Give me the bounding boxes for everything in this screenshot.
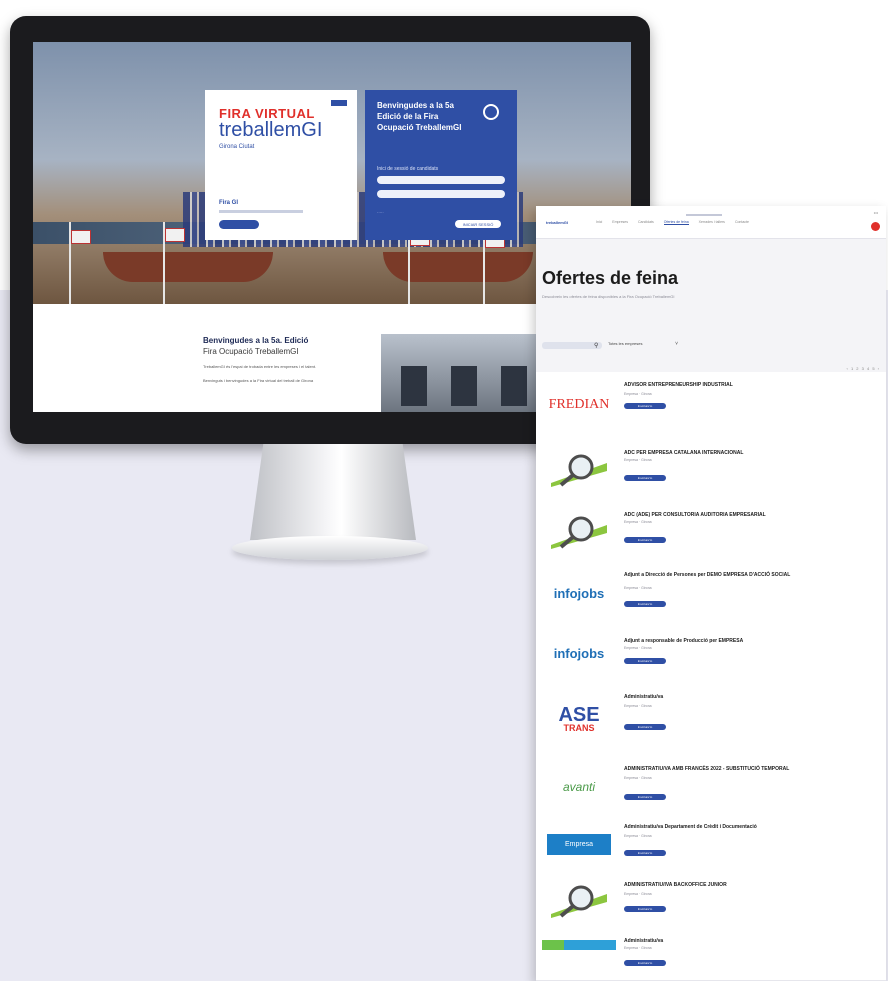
nav-item-candidates[interactable]: Candidats xyxy=(638,220,654,225)
logo-bar-icon xyxy=(542,940,616,950)
monitor-stand xyxy=(250,444,416,540)
login-label: Inici de sessió de candidats xyxy=(377,166,439,172)
job-title[interactable]: ADC PER EMPRESA CATALANA INTERNACIONAL xyxy=(624,450,880,456)
partner-badge-icon xyxy=(331,100,347,106)
job-title[interactable]: ADC (ADE) PER CONSULTORIA AUDITORIA EMPR… xyxy=(624,512,880,518)
list-item[interactable]: infojobs Adjunt a responsable de Producc… xyxy=(536,625,886,683)
nav-dots-icon[interactable]: ••• xyxy=(874,210,878,215)
job-title[interactable]: ADMINISTRATIU/VA AMB FRANCÈS 2022 - SUBS… xyxy=(624,766,880,772)
company-logo: infojobs xyxy=(542,625,616,682)
job-meta: Empresa · Girona xyxy=(624,834,652,838)
email-field[interactable] xyxy=(377,176,505,184)
apply-button[interactable]: Inscriure'm xyxy=(624,475,666,481)
page-title: Ofertes de feina xyxy=(542,268,679,288)
company-logo: Empresa xyxy=(542,818,616,870)
job-title[interactable]: Administratiu/va xyxy=(624,694,880,700)
job-meta: Empresa · Girona xyxy=(624,892,652,896)
list-item[interactable]: FREDIAN ADVISOR ENTREPRENEURSHIP INDUSTR… xyxy=(536,372,886,439)
brand-circle-icon xyxy=(483,104,499,120)
login-panel: Benvingudes a la 5a Edició de la Fira Oc… xyxy=(365,90,517,240)
company-logo: FREDIAN xyxy=(542,372,616,438)
apply-button[interactable]: Inscriure'm xyxy=(624,960,666,966)
logo-bottom-title: Fira GI xyxy=(219,200,239,206)
magnifier-logo-icon xyxy=(542,870,616,930)
job-title[interactable]: Administratiu/va Departament de Crèdit i… xyxy=(624,824,880,830)
job-meta: Empresa · Girona xyxy=(624,520,652,524)
apply-button[interactable]: Inscriure'm xyxy=(624,724,666,730)
login-title: Benvingudes a la 5a Edició de la Fira Oc… xyxy=(377,101,462,132)
logo-text: FREDIAN xyxy=(548,397,610,412)
welcome-title: Benvingudes a la 5a. Edició xyxy=(203,336,309,345)
logo-card-button[interactable] xyxy=(219,220,259,229)
logo-sub-text: TRANS xyxy=(563,722,595,733)
company-logo xyxy=(542,930,616,960)
page-subtitle: Descobreix les ofertes de feina disponib… xyxy=(542,294,675,299)
apply-button[interactable]: Inscriure'm xyxy=(624,537,666,543)
magnifier-logo-icon xyxy=(542,438,616,500)
list-item[interactable]: infojobs Adjunt a Direcció de Persones p… xyxy=(536,562,886,626)
building-photo xyxy=(381,334,551,412)
company-filter-select[interactable]: Totes les empreses ˅ xyxy=(608,341,682,350)
pagination[interactable]: ‹ 1 2 3 4 5 › xyxy=(847,366,880,371)
job-meta: Empresa · Girona xyxy=(624,646,652,650)
nav-item-contact[interactable]: Contacte xyxy=(735,220,749,225)
chevron-down-icon: ˅ xyxy=(675,341,678,347)
fair-logo-card: FIRA VIRTUAL treballemGI Girona Ciutat F… xyxy=(205,90,357,240)
logo-sub-text: Girona Ciutat xyxy=(219,144,255,150)
job-offers-page: treballemGI Inici Empreses Candidats Ofe… xyxy=(536,206,886,981)
nav-item-home[interactable]: Inici xyxy=(596,220,602,225)
job-title[interactable]: ADMINISTRATIU/IVA BACKOFFICE JUNIOR xyxy=(624,882,880,888)
logo-text: avanti xyxy=(562,780,596,794)
monitor-stand-base xyxy=(232,536,428,560)
company-logo: infojobs xyxy=(542,562,616,625)
list-item[interactable]: Administratiu/va Empresa · Girona Inscri… xyxy=(536,930,886,981)
nav-menu: Inici Empreses Candidats Ofertes de fein… xyxy=(596,220,749,225)
search-icon[interactable]: ⚲ xyxy=(594,342,598,349)
job-title[interactable]: Adjunt a Direcció de Persones per DEMO E… xyxy=(624,572,880,578)
list-item[interactable]: ADMINISTRATIU/IVA BACKOFFICE JUNIOR Empr… xyxy=(536,870,886,931)
job-title[interactable]: Administratiu/va xyxy=(624,938,880,944)
apply-button[interactable]: Inscriure'm xyxy=(624,850,666,856)
job-meta: Empresa · Girona xyxy=(624,776,652,780)
list-item[interactable]: ADC (ADE) PER CONSULTORIA AUDITORIA EMPR… xyxy=(536,500,886,563)
password-field[interactable] xyxy=(377,190,505,198)
job-title[interactable]: ADVISOR ENTREPRENEURSHIP INDUSTRIAL xyxy=(624,382,880,388)
logo-brand-text: treballemGI xyxy=(219,119,323,141)
list-item[interactable]: ASE TRANS Administratiu/va Empresa · Gir… xyxy=(536,682,886,757)
logo-text: infojobs xyxy=(553,646,605,661)
job-meta: Empresa · Girona xyxy=(624,704,652,708)
job-meta: Empresa · Girona xyxy=(624,392,652,396)
company-logo: ASE TRANS xyxy=(542,682,616,756)
apply-button[interactable]: Inscriure'm xyxy=(624,794,666,800)
apply-button[interactable]: Inscriure'm xyxy=(624,601,666,607)
search-input[interactable] xyxy=(542,342,602,349)
welcome-text-2: Benvinguts i benvingudes a la Fira virtu… xyxy=(203,378,314,383)
apply-button[interactable]: Inscriure'm xyxy=(624,658,666,664)
list-item[interactable]: ADC PER EMPRESA CATALANA INTERNACIONAL E… xyxy=(536,438,886,501)
forgot-password-link[interactable]: ····· xyxy=(377,210,384,215)
job-meta: Empresa · Girona xyxy=(624,586,652,590)
top-navigation: treballemGI Inici Empreses Candidats Ofe… xyxy=(536,206,886,239)
login-button[interactable]: INICIAR SESSIÓ xyxy=(455,220,501,228)
nav-item-job-offers[interactable]: Ofertes de feina xyxy=(663,220,689,225)
job-meta: Empresa · Girona xyxy=(624,946,652,950)
nav-logo[interactable]: treballemGI xyxy=(546,220,568,225)
list-item[interactable]: Empresa Administratiu/va Departament de … xyxy=(536,818,886,871)
job-title[interactable]: Adjunt a responsable de Producció per EM… xyxy=(624,638,880,644)
magnifier-logo-icon xyxy=(542,500,616,562)
company-filter-value: Totes les empreses xyxy=(608,341,643,346)
logo-text: infojobs xyxy=(553,586,605,601)
apply-button[interactable]: Inscriure'm xyxy=(624,906,666,912)
welcome-subtitle: Fira Ocupació TreballemGI xyxy=(203,347,299,356)
avatar[interactable] xyxy=(871,222,880,231)
logo-text: Empresa xyxy=(546,833,611,855)
nav-item-talks[interactable]: Xerrades i tallers xyxy=(699,220,725,225)
list-item[interactable]: avanti ADMINISTRATIU/VA AMB FRANCÈS 2022… xyxy=(536,756,886,819)
welcome-text-1: TreballemGI és l'espai de trobada entre … xyxy=(203,364,317,369)
job-meta: Empresa · Girona xyxy=(624,458,652,462)
company-logo: avanti xyxy=(542,756,616,818)
nav-item-companies[interactable]: Empreses xyxy=(612,220,628,225)
apply-button[interactable]: Inscriure'm xyxy=(624,403,666,409)
